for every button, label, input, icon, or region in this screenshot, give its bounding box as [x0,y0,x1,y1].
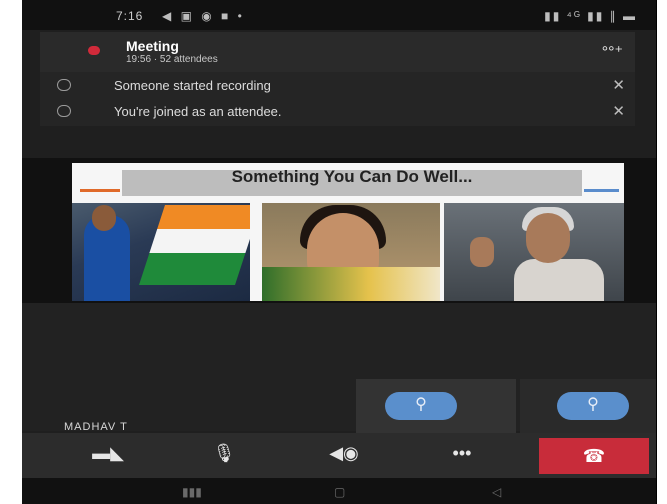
right-frame [656,0,667,504]
back-icon[interactable]: ◁ [492,485,501,499]
self-name-label: MADHAV T [64,421,128,433]
meeting-title: Meeting [126,38,179,54]
notification-joined: You're joined as an attendee. ✕ [40,98,635,126]
info-icon [57,105,71,117]
recent-apps-icon[interactable]: ▮▮▮ [182,485,202,499]
meeting-subtitle: 19:56 · 52 attendees [126,54,218,65]
meeting-header[interactable]: Meeting 19:56 · 52 attendees °°⁺ [40,32,635,72]
slide-accent-line [584,189,619,192]
participant-avatar-icon[interactable]: ⚲ [557,392,629,420]
recording-indicator-icon [88,46,100,55]
shared-content-area[interactable]: Something You Can Do Well... [22,158,657,303]
phone-screen: 7:16 ◀ ▣ ◉ ■ • ▮▮ ⁴ᴳ ▮▮ ∥ ▬ Meeting 19:5… [22,0,657,504]
person-body [514,259,604,301]
slide-accent-line [80,189,120,192]
slide-title: Something You Can Do Well... [122,168,582,196]
notification-icons: ◀ ▣ ◉ ■ • [162,9,245,23]
status-time: 7:16 [116,9,144,23]
flag-image [139,205,250,285]
people-icon[interactable]: °°⁺ [602,42,623,62]
signal-battery-icons: ▮▮ ⁴ᴳ ▮▮ ∥ ▬ [544,9,637,23]
person-head [526,213,570,263]
slide-photo-singer [262,203,440,301]
close-icon[interactable]: ✕ [612,102,625,120]
user-glyph-icon: ⚲ [415,396,427,413]
slide-photo-scientist [444,203,624,301]
hang-up-button[interactable]: ☎ [539,438,649,474]
self-avatar-icon[interactable]: ⚲ [385,392,457,420]
shared-slide: Something You Can Do Well... [72,163,624,301]
close-icon[interactable]: ✕ [612,76,625,94]
person-head [92,205,116,231]
notification-text: You're joined as an attendee. [114,104,282,119]
person-clothing [262,267,440,301]
call-controls-bar: ▬◣ 🎙 ◀◉ ••• ☎ [22,433,657,478]
more-options-icon[interactable]: ••• [432,443,492,464]
left-frame [0,0,23,504]
user-glyph-icon: ⚲ [587,396,599,413]
notification-recording: Someone started recording ✕ [40,72,635,100]
info-icon [57,79,71,91]
speaker-icon[interactable]: ◀◉ [314,443,374,464]
status-bar: 7:16 ◀ ▣ ◉ ■ • ▮▮ ⁴ᴳ ▮▮ ∥ ▬ [22,0,657,30]
android-nav-bar: ▮▮▮ ▢ ◁ [22,478,657,504]
notification-text: Someone started recording [114,78,271,93]
mic-off-icon[interactable]: 🎙 [194,443,254,464]
slide-photo-cricketer [72,203,250,301]
video-off-icon[interactable]: ▬◣ [78,443,138,464]
home-icon[interactable]: ▢ [334,485,345,499]
person-hand [470,237,494,267]
